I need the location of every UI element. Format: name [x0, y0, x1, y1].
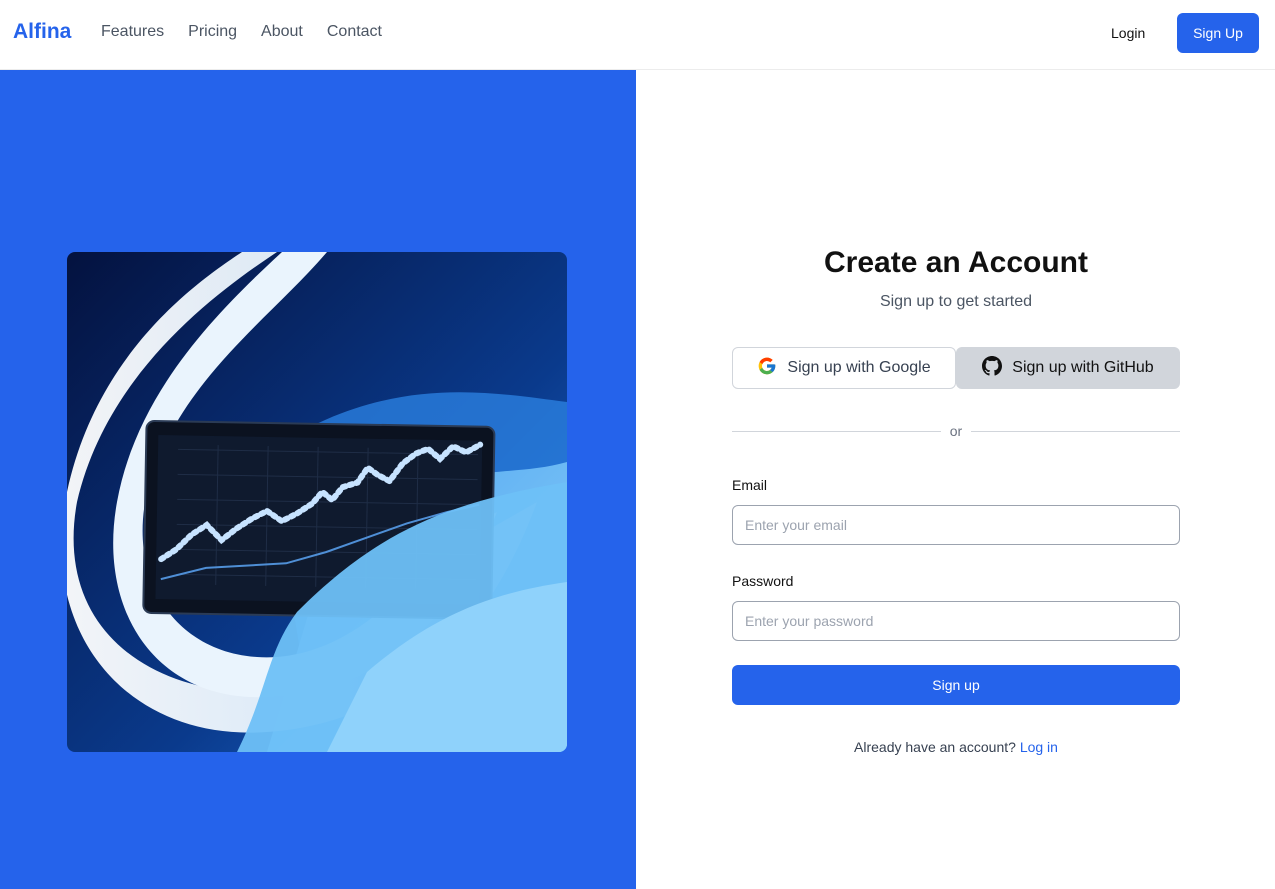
login-link[interactable]: Login — [1111, 25, 1145, 41]
google-signup-label: Sign up with Google — [787, 359, 931, 376]
form-subtitle: Sign up to get started — [879, 293, 1033, 310]
hero-illustration — [67, 252, 567, 752]
login-prompt: Already have an account? Log in — [732, 739, 1180, 755]
nav-link-about[interactable]: About — [261, 23, 303, 41]
google-logo-icon — [757, 356, 777, 381]
form-title: Create an Account — [824, 246, 1088, 279]
nav-link-features[interactable]: Features — [101, 23, 164, 41]
or-divider: or — [732, 422, 1180, 440]
password-label: Password — [732, 573, 794, 589]
google-signup-button[interactable]: Sign up with Google — [732, 347, 956, 389]
main-nav: Features Pricing About Contact — [101, 23, 406, 41]
signup-submit-button[interactable]: Sign up — [732, 665, 1180, 705]
top-navbar: Alfina Features Pricing About Contact Lo… — [0, 0, 1275, 70]
github-signup-button[interactable]: Sign up with GitHub — [956, 347, 1180, 389]
email-field[interactable] — [732, 505, 1180, 545]
email-label: Email — [732, 477, 768, 493]
github-signup-label: Sign up with GitHub — [1012, 359, 1154, 376]
divider-line-right — [971, 431, 1180, 432]
login-prompt-text: Already have an account? — [854, 739, 1016, 755]
nav-link-contact[interactable]: Contact — [327, 23, 382, 41]
nav-link-pricing[interactable]: Pricing — [188, 23, 237, 41]
header-signup-button[interactable]: Sign Up — [1177, 13, 1259, 53]
github-logo-icon — [982, 355, 1003, 381]
brand-logo[interactable]: Alfina — [13, 20, 71, 44]
hero-panel — [0, 70, 636, 889]
login-prompt-link[interactable]: Log in — [1020, 739, 1058, 755]
password-field[interactable] — [732, 601, 1180, 641]
